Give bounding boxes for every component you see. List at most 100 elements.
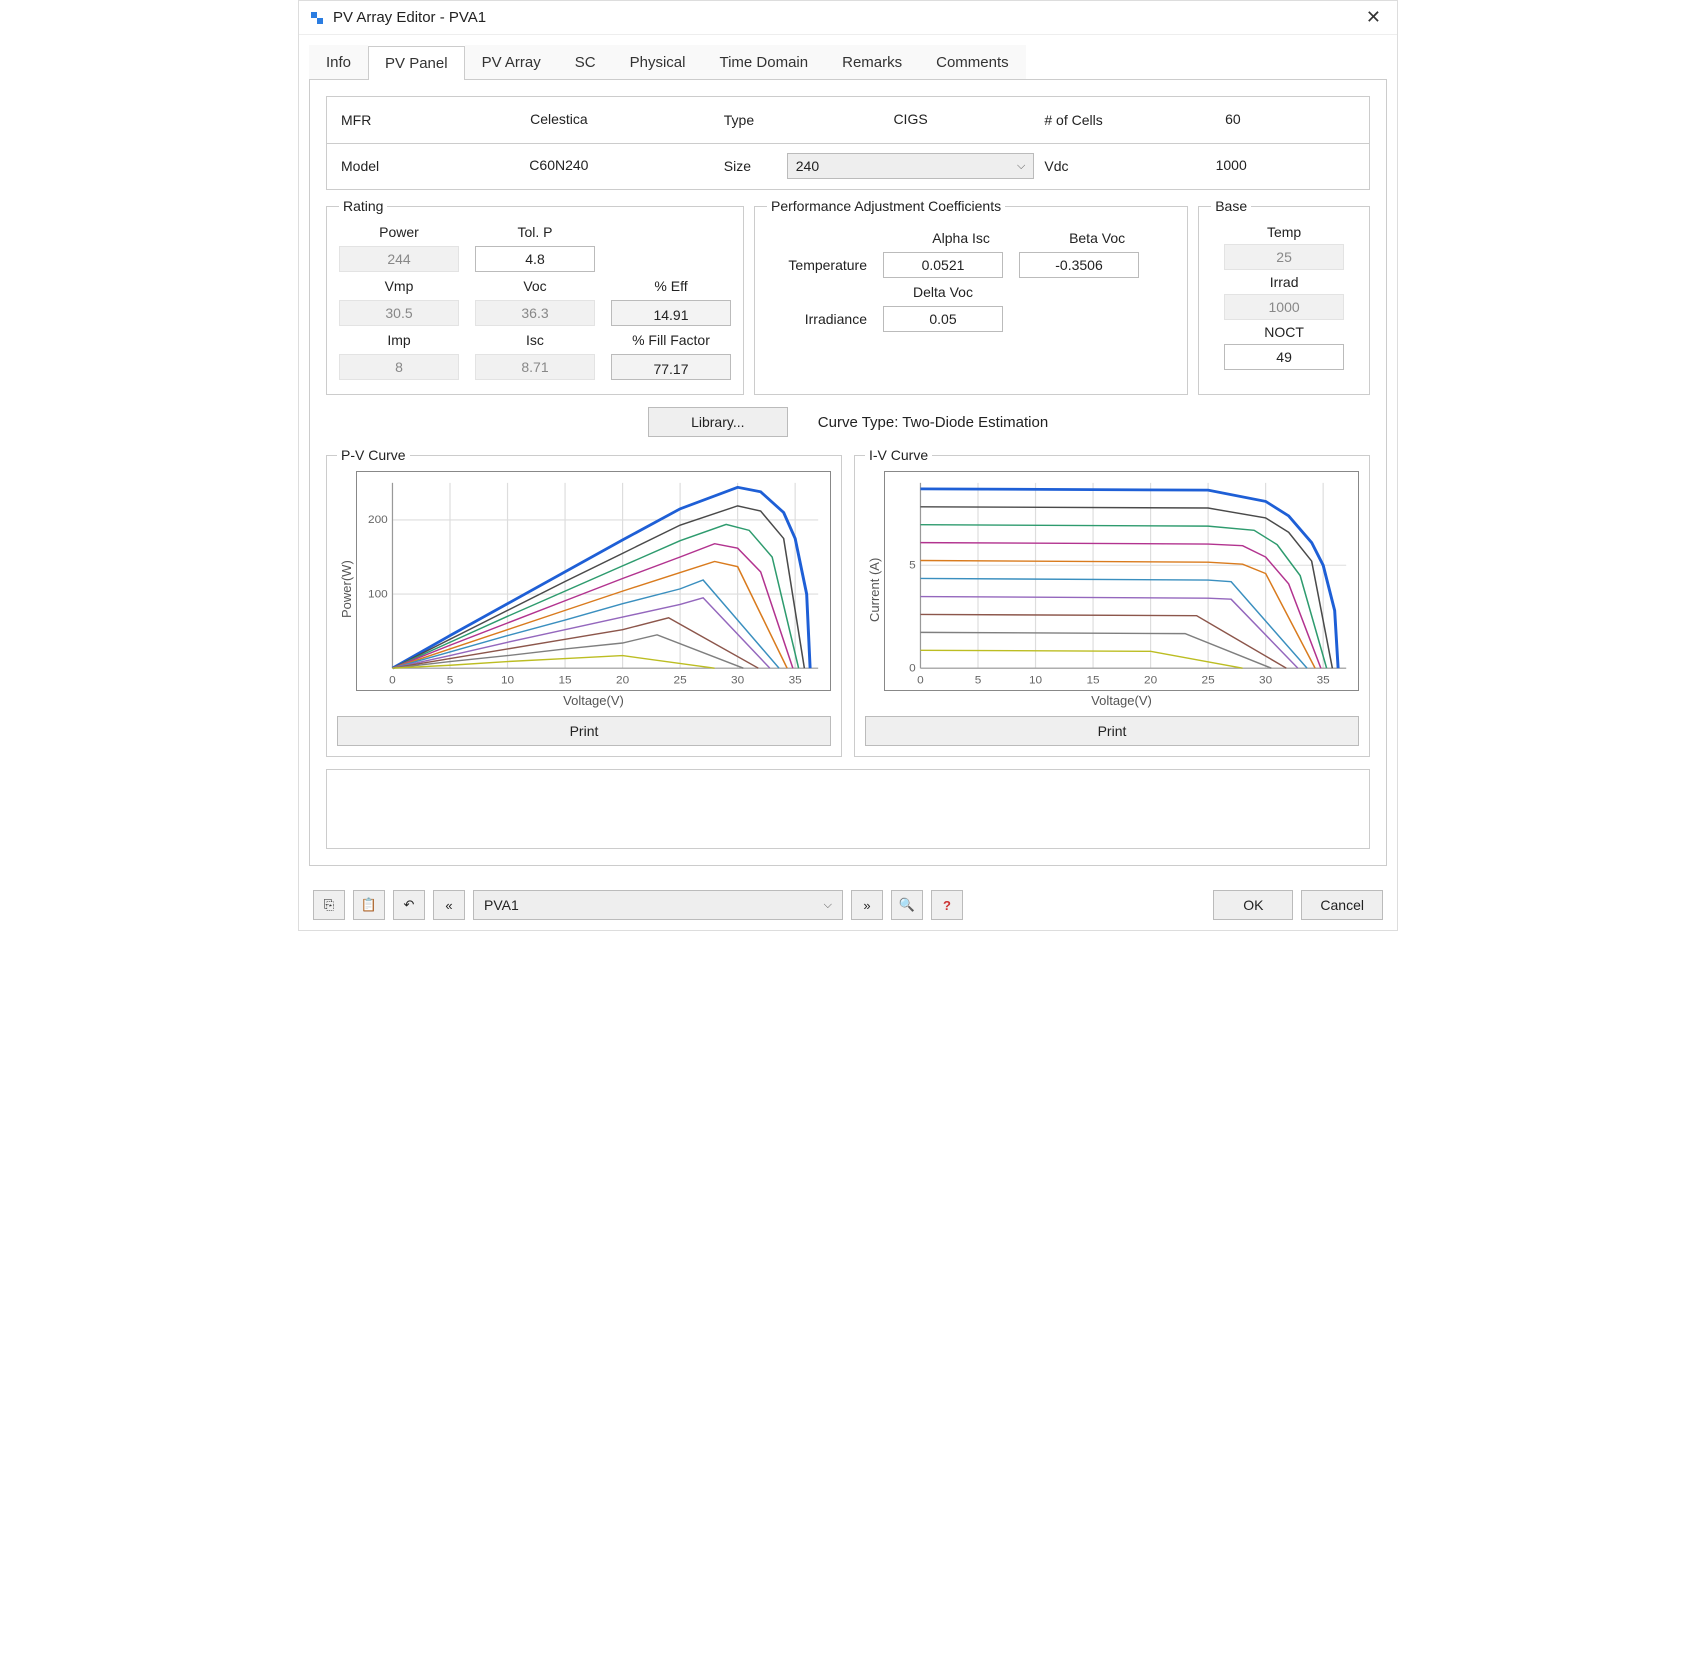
svg-text:0: 0 [917, 675, 924, 687]
mfr-field[interactable]: Celestica [404, 107, 714, 133]
svg-text:0: 0 [389, 675, 396, 687]
window-title: PV Array Editor - PVA1 [333, 9, 1360, 26]
svg-text:5: 5 [975, 675, 982, 687]
size-value: 240 [796, 158, 819, 174]
id-combo[interactable]: PVA1 ⌵ [473, 890, 843, 920]
eff-field[interactable]: 14.91 [611, 300, 731, 326]
svg-text:100: 100 [368, 589, 388, 601]
pv-ylabel: Power(W) [337, 471, 356, 708]
type-label: Type [724, 112, 779, 128]
tab-physical[interactable]: Physical [613, 45, 703, 79]
size-select[interactable]: 240 ⌵ [787, 153, 1035, 179]
pv-plot: 05101520253035100200 [356, 471, 831, 691]
undo-icon[interactable]: ↶ [393, 890, 425, 920]
ff-field[interactable]: 77.17 [611, 354, 731, 380]
temp-row-label: Temperature [767, 257, 867, 273]
vdc-label: Vdc [1044, 158, 1099, 174]
pv-curve-box: P-V Curve Power(W) 05101520253035100200 … [326, 447, 842, 757]
perf-legend: Performance Adjustment Coefficients [767, 198, 1005, 214]
iv-ylabel: Current (A) [865, 471, 884, 708]
size-label: Size [724, 158, 779, 174]
imp-label: Imp [339, 332, 459, 348]
header-row-2: Model C60N240 Size 240 ⌵ Vdc 1000 [326, 143, 1370, 190]
model-label: Model [341, 158, 396, 174]
cells-label: # of Cells [1044, 112, 1102, 128]
type-field[interactable]: CIGS [787, 107, 1035, 133]
svg-text:0: 0 [909, 663, 916, 675]
base-irrad-field: 1000 [1224, 294, 1344, 320]
svg-text:25: 25 [1202, 675, 1215, 687]
power-label: Power [339, 224, 459, 240]
nav-last-button[interactable]: » [851, 890, 883, 920]
eff-label: % Eff [611, 278, 731, 294]
library-row: Library... Curve Type: Two-Diode Estimat… [326, 407, 1370, 437]
voc-field: 36.3 [475, 300, 595, 326]
beta-label: Beta Voc [1037, 230, 1157, 246]
beta-field[interactable]: -0.3506 [1019, 252, 1139, 278]
nav-first-button[interactable]: « [433, 890, 465, 920]
delta-label: Delta Voc [883, 284, 1003, 300]
tabs: Info PV Panel PV Array SC Physical Time … [309, 45, 1387, 80]
tab-pv-panel[interactable]: PV Panel [368, 46, 465, 80]
alpha-label: Alpha Isc [901, 230, 1021, 246]
isc-label: Isc [475, 332, 595, 348]
help-button[interactable]: ? [931, 890, 963, 920]
power-field: 244 [339, 246, 459, 272]
tab-sc[interactable]: SC [558, 45, 613, 79]
find-icon[interactable]: 🔍 [891, 890, 923, 920]
irr-row-label: Irradiance [767, 311, 867, 327]
library-button[interactable]: Library... [648, 407, 788, 437]
bottom-bar: ⎘ 📋 ↶ « PVA1 ⌵ » 🔍 ? OK Cancel [299, 880, 1397, 930]
vdc-field[interactable]: 1000 [1107, 153, 1355, 179]
rating-legend: Rating [339, 198, 387, 214]
tab-time-domain[interactable]: Time Domain [702, 45, 825, 79]
paste-icon[interactable]: 📋 [353, 890, 385, 920]
svg-text:20: 20 [1144, 675, 1157, 687]
base-temp-label: Temp [1267, 224, 1301, 240]
copy-icon[interactable]: ⎘ [313, 890, 345, 920]
iv-curve-box: I-V Curve Current (A) 0510152025303505 V… [854, 447, 1370, 757]
model-field[interactable]: C60N240 [404, 153, 714, 179]
pv-legend: P-V Curve [337, 447, 410, 463]
tab-remarks[interactable]: Remarks [825, 45, 919, 79]
ff-label: % Fill Factor [611, 332, 731, 348]
chevron-down-icon: ⌵ [824, 899, 832, 912]
tolp-label: Tol. P [475, 224, 595, 240]
iv-plot: 0510152025303505 [884, 471, 1359, 691]
mfr-label: MFR [341, 112, 396, 128]
titlebar: PV Array Editor - PVA1 ✕ [299, 1, 1397, 35]
base-noct-field[interactable]: 49 [1224, 344, 1344, 370]
cells-field[interactable]: 60 [1111, 107, 1355, 133]
vmp-label: Vmp [339, 278, 459, 294]
svg-text:10: 10 [501, 675, 514, 687]
tolp-field[interactable]: 4.8 [475, 246, 595, 272]
tab-comments[interactable]: Comments [919, 45, 1026, 79]
group-row: Rating Power Tol. P 244 4.8 Vmp Voc % Ef… [326, 198, 1370, 395]
svg-text:35: 35 [789, 675, 802, 687]
svg-text:5: 5 [909, 560, 916, 572]
voc-label: Voc [475, 278, 595, 294]
close-icon[interactable]: ✕ [1360, 7, 1387, 28]
alpha-field[interactable]: 0.0521 [883, 252, 1003, 278]
content: Info PV Panel PV Array SC Physical Time … [299, 35, 1397, 880]
svg-text:30: 30 [731, 675, 744, 687]
pv-print-button[interactable]: Print [337, 716, 831, 746]
tab-pv-array[interactable]: PV Array [465, 45, 558, 79]
cancel-button[interactable]: Cancel [1301, 890, 1383, 920]
svg-text:20: 20 [616, 675, 629, 687]
pv-xlabel: Voltage(V) [356, 693, 831, 708]
tab-info[interactable]: Info [309, 45, 368, 79]
ok-button[interactable]: OK [1213, 890, 1293, 920]
svg-text:5: 5 [447, 675, 454, 687]
chevron-down-icon: ⌵ [1017, 160, 1025, 173]
svg-text:15: 15 [558, 675, 571, 687]
base-irrad-label: Irrad [1270, 274, 1299, 290]
vmp-field: 30.5 [339, 300, 459, 326]
iv-print-button[interactable]: Print [865, 716, 1359, 746]
id-combo-value: PVA1 [484, 897, 519, 913]
iv-xlabel: Voltage(V) [884, 693, 1359, 708]
curves-row: P-V Curve Power(W) 05101520253035100200 … [326, 447, 1370, 757]
base-temp-field: 25 [1224, 244, 1344, 270]
delta-field[interactable]: 0.05 [883, 306, 1003, 332]
app-icon [309, 10, 325, 26]
